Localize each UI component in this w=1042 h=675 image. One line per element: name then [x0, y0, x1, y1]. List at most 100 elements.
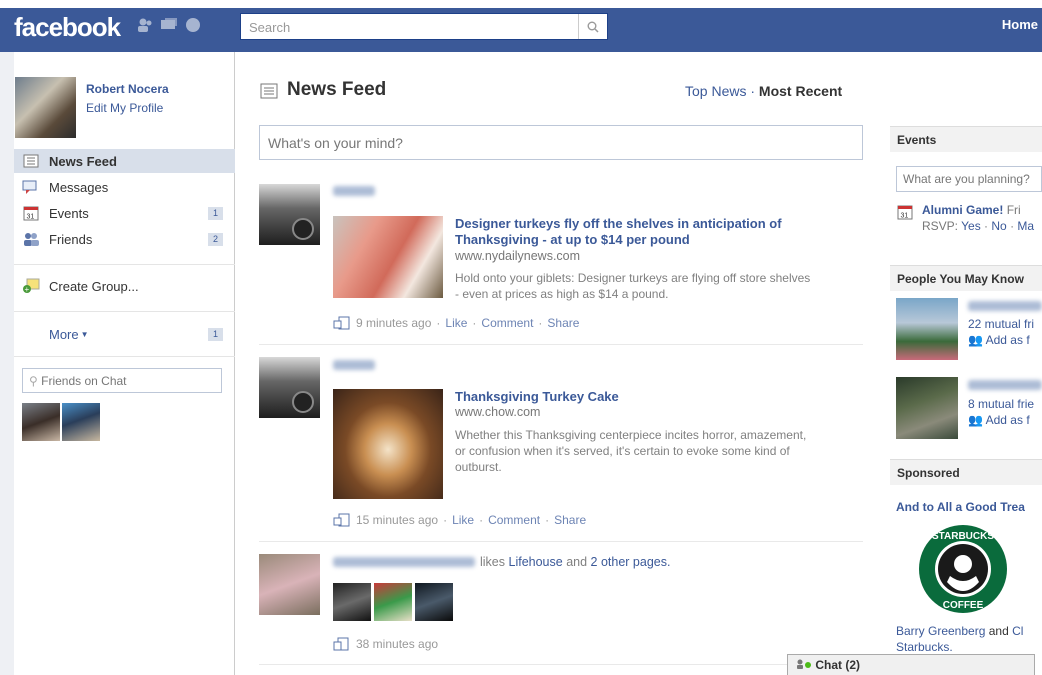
share-link-icon: [333, 513, 350, 527]
calendar-icon: 31: [897, 205, 913, 223]
add-friend-icon: 👥: [968, 333, 983, 347]
story-meta: 9 minutes ago · Like · Comment · Share: [333, 316, 579, 330]
sidebar-item-news-feed[interactable]: News Feed: [14, 149, 235, 173]
story-meta: 15 minutes ago · Like · Comment · Share: [333, 513, 586, 527]
more-count-badge: 1: [208, 328, 223, 341]
share-link-icon: [333, 316, 350, 330]
svg-text:31: 31: [27, 213, 35, 220]
comment-link[interactable]: Comment: [481, 316, 533, 330]
story-timestamp[interactable]: 9 minutes ago: [356, 316, 431, 330]
ad-title-link[interactable]: And to All a Good Trea: [896, 500, 1042, 514]
newsfeed-icon: [260, 83, 278, 102]
mutual-friends-link[interactable]: 22 mutual fri: [968, 317, 1042, 331]
rsvp-no-link[interactable]: No: [991, 219, 1006, 233]
sidebar-item-label: Friends: [49, 231, 93, 247]
story-divider: [259, 541, 863, 542]
rsvp-maybe-link[interactable]: Ma: [1017, 219, 1034, 233]
story-avatar[interactable]: [259, 184, 320, 245]
story-timestamp[interactable]: 38 minutes ago: [356, 637, 438, 651]
sidebar-item-messages[interactable]: Messages: [14, 175, 235, 199]
status-input[interactable]: What's on your mind?: [259, 125, 863, 160]
ad-social-page-link[interactable]: Starbucks.: [896, 640, 1042, 654]
suggested-friend-name[interactable]: [968, 380, 1042, 390]
event-name-link[interactable]: Alumni Game!: [922, 203, 1003, 217]
sort-separator: ·: [750, 83, 756, 99]
profile-name[interactable]: Robert Nocera: [86, 82, 169, 96]
search-button[interactable]: [578, 14, 607, 39]
chat-label: Chat (2): [815, 658, 861, 672]
story-avatar[interactable]: [259, 357, 320, 418]
add-friend-label: Add as f: [985, 413, 1030, 427]
messages-icon: [22, 179, 40, 195]
online-friend-avatar[interactable]: [22, 403, 60, 441]
messages-notification-icon[interactable]: [160, 17, 178, 33]
story-thumbnail[interactable]: [333, 216, 443, 298]
like-link[interactable]: Like: [452, 513, 474, 527]
story-thumbnail[interactable]: [333, 389, 443, 499]
story-likes-text: likes Lifehouse and 2 other pages.: [480, 555, 670, 569]
sidebar-divider: [14, 356, 235, 357]
other-pages-link[interactable]: 2 other pages.: [591, 555, 671, 569]
chat-search-placeholder: Friends on Chat: [41, 374, 127, 388]
rsvp-yes-link[interactable]: Yes: [961, 219, 981, 233]
like-page-icon: [333, 637, 349, 651]
facebook-logo[interactable]: facebook: [14, 12, 121, 43]
sidebar-item-label: News Feed: [49, 153, 117, 169]
story-author-name[interactable]: [333, 360, 375, 370]
story-link-title[interactable]: Designer turkeys fly off the shelves in …: [455, 216, 815, 248]
sidebar-item-events[interactable]: 31 Events 1: [14, 201, 235, 225]
mutual-friends-link[interactable]: 8 mutual frie: [968, 397, 1042, 411]
page-link-lifehouse[interactable]: Lifehouse: [509, 555, 563, 569]
event-title-row: Alumni Game! Fri: [922, 203, 1042, 217]
home-link[interactable]: Home: [1002, 17, 1038, 32]
story-link-title[interactable]: Thanksgiving Turkey Cake: [455, 389, 815, 405]
ad-social-and: and: [988, 624, 1009, 638]
chat-friends-search[interactable]: ⚲ Friends on Chat: [22, 368, 222, 393]
share-link[interactable]: Share: [547, 316, 579, 330]
ad-social-more-link[interactable]: Cl: [1012, 624, 1023, 638]
story-timestamp[interactable]: 15 minutes ago: [356, 513, 438, 527]
story-link-url[interactable]: www.nydailynews.com: [455, 249, 580, 263]
story-link-description: Whether this Thanksgiving centerpiece in…: [455, 428, 807, 474]
share-link[interactable]: Share: [554, 513, 586, 527]
profile-avatar[interactable]: [15, 77, 76, 138]
online-status-icon: [796, 658, 812, 672]
comment-link[interactable]: Comment: [488, 513, 540, 527]
suggested-friend-photo[interactable]: [896, 377, 958, 439]
liked-page-thumbnail[interactable]: [415, 583, 453, 621]
story-divider: [259, 664, 863, 665]
notifications-globe-icon[interactable]: [184, 17, 202, 33]
notification-icons: [136, 17, 202, 33]
more-link[interactable]: More ▼ 1: [14, 322, 235, 346]
ad-social-name-link[interactable]: Barry Greenberg: [896, 624, 985, 638]
story-avatar[interactable]: [259, 554, 320, 615]
suggested-friend-photo[interactable]: [896, 298, 958, 360]
suggested-friend-name[interactable]: [968, 301, 1042, 311]
story-link-description: Hold onto your giblets: Designer turkeys…: [455, 271, 811, 301]
add-friend-icon: 👥: [968, 413, 983, 427]
chevron-down-icon: ▼: [80, 329, 89, 339]
add-friend-link[interactable]: 👥 Add as f: [968, 333, 1042, 347]
liked-page-thumbnail[interactable]: [374, 583, 412, 621]
like-link[interactable]: Like: [445, 316, 467, 330]
story-author-name[interactable]: [333, 186, 375, 196]
top-news-link[interactable]: Top News: [685, 83, 746, 99]
svg-text:31: 31: [901, 213, 909, 220]
online-friend-avatar[interactable]: [62, 403, 100, 441]
starbucks-logo[interactable]: STARBUCKS COFFEE: [916, 524, 1012, 623]
add-friend-link[interactable]: 👥 Add as f: [968, 413, 1042, 427]
edit-profile-link[interactable]: Edit My Profile: [86, 101, 163, 115]
liked-page-thumbnail[interactable]: [333, 583, 371, 621]
sidebar-divider: [14, 264, 235, 265]
search-input[interactable]: Search: [240, 13, 608, 40]
sidebar-item-friends[interactable]: Friends 2: [14, 227, 235, 251]
story-author-name[interactable]: [333, 557, 475, 567]
most-recent-link[interactable]: Most Recent: [759, 83, 842, 99]
and-word: and: [566, 555, 588, 569]
event-planning-input[interactable]: What are you planning?: [896, 166, 1042, 192]
friend-requests-icon[interactable]: [136, 17, 154, 33]
create-group-link[interactable]: + Create Group...: [14, 274, 235, 298]
chat-bar[interactable]: Chat (2): [787, 654, 1035, 675]
left-gutter: [0, 52, 14, 675]
story-link-url[interactable]: www.chow.com: [455, 405, 540, 419]
